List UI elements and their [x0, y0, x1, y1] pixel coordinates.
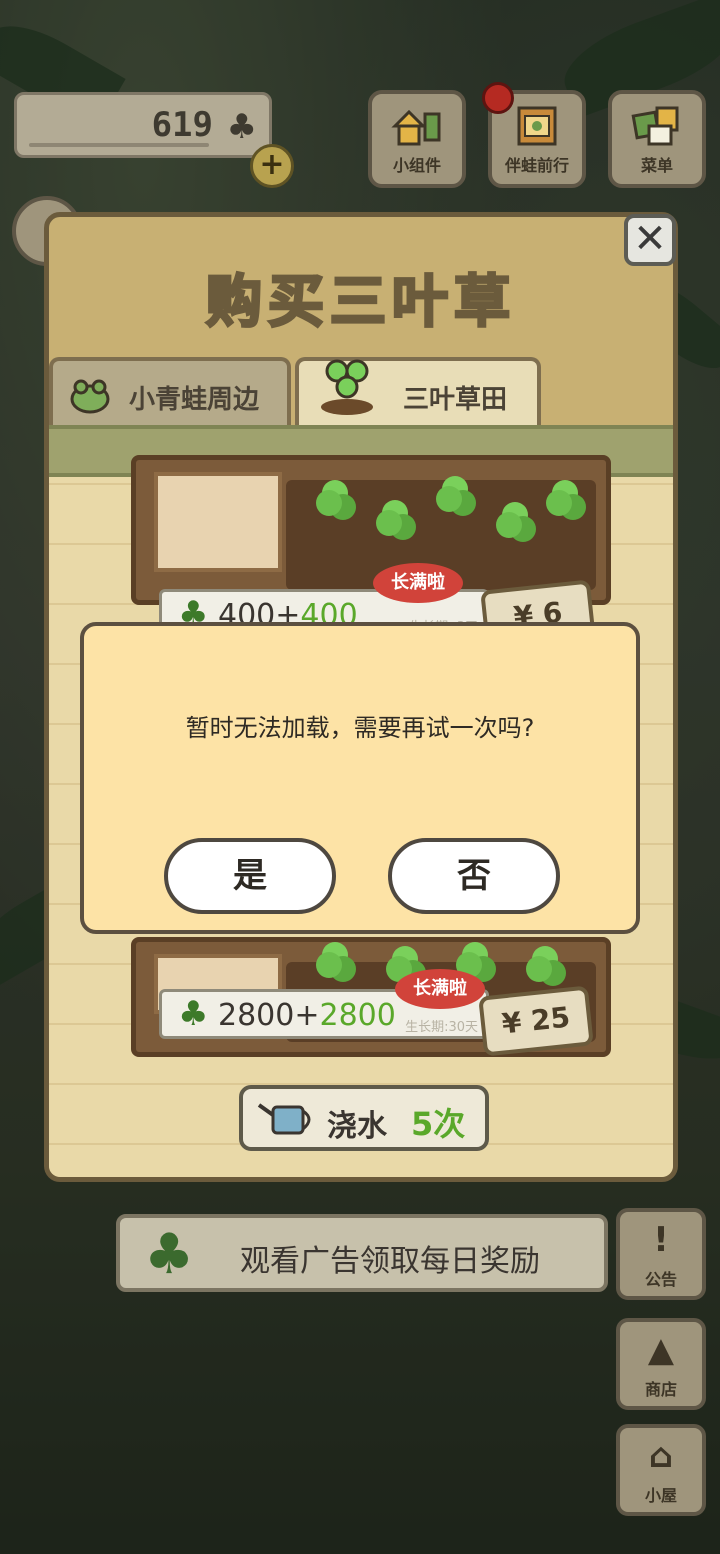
clover-icon: ♣ [144, 1222, 195, 1287]
clover-count: 619 [151, 105, 213, 145]
journey-button-label: 伴蛙前行 [504, 156, 569, 175]
clover-icon: ♣ [226, 107, 257, 147]
tab-clover-field[interactable]: 三叶草田 [295, 357, 541, 427]
growth-period: 生长期:30天 [405, 1020, 478, 1035]
close-dialog-button[interactable]: ✕ [624, 214, 676, 266]
house-button-label: 小屋 [644, 1486, 677, 1505]
seed-packet [154, 472, 282, 572]
add-clover-button[interactable]: + [250, 144, 294, 188]
daily-reward-ad-banner[interactable]: ♣ 观看广告领取每日奖励 [116, 1214, 608, 1292]
menu-button[interactable]: 菜单 [608, 90, 706, 188]
water-button[interactable]: 浇水 5次 [239, 1085, 489, 1151]
house-icon: ⌂ [648, 1436, 674, 1476]
full-grown-tag: 长满啦 [373, 563, 463, 603]
watering-can-icon [257, 1103, 311, 1135]
house-button[interactable]: ⌂ 小屋 [616, 1424, 706, 1516]
tab-frog-goods-label: 小青蛙周边 [129, 385, 260, 415]
shop-bags-icon: ▲ [647, 1330, 675, 1370]
clover-counter: 619 ♣ [14, 92, 272, 158]
menu-button-label: 菜单 [640, 156, 673, 175]
ad-banner-text: 观看广告领取每日奖励 [240, 1244, 540, 1279]
clover-amount: 2800+2800 [218, 998, 396, 1033]
yes-button[interactable]: 是 [164, 838, 336, 914]
clover-planter-small[interactable] [131, 455, 611, 605]
shop-button-label: 商店 [644, 1380, 677, 1399]
retry-load-alert: 暂时无法加载，需要再试一次吗? 是 否 [80, 622, 640, 934]
notice-button-label: 公告 [644, 1270, 677, 1289]
shop-button[interactable]: ▲ 商店 [616, 1318, 706, 1410]
notice-button[interactable]: ! 公告 [616, 1208, 706, 1300]
clover-icon: ♣ [178, 994, 209, 1034]
alert-message: 暂时无法加载，需要再试一次吗? [185, 714, 535, 742]
dialog-title: 购买三叶草 [205, 269, 516, 337]
full-grown-tag: 长满啦 [395, 969, 485, 1009]
widget-button[interactable]: 小组件 [368, 90, 466, 188]
clover-plant-icon [321, 359, 373, 415]
widget-button-label: 小组件 [392, 156, 441, 175]
water-label: 浇水 [327, 1109, 387, 1144]
counter-underline [29, 143, 209, 147]
tab-clover-field-label: 三叶草田 [403, 385, 508, 415]
exclamation-icon: ! [653, 1220, 669, 1260]
no-button[interactable]: 否 [388, 838, 560, 914]
price-tag-25[interactable]: ¥ 25 [478, 985, 594, 1057]
menu-cards-icon [631, 106, 679, 146]
widget-icon [391, 109, 441, 146]
water-count: 5次 [411, 1105, 466, 1143]
frog-icon [70, 379, 110, 414]
notification-dot [482, 82, 514, 114]
journey-book-icon [517, 106, 557, 146]
tab-frog-goods[interactable]: 小青蛙周边 [49, 357, 291, 427]
